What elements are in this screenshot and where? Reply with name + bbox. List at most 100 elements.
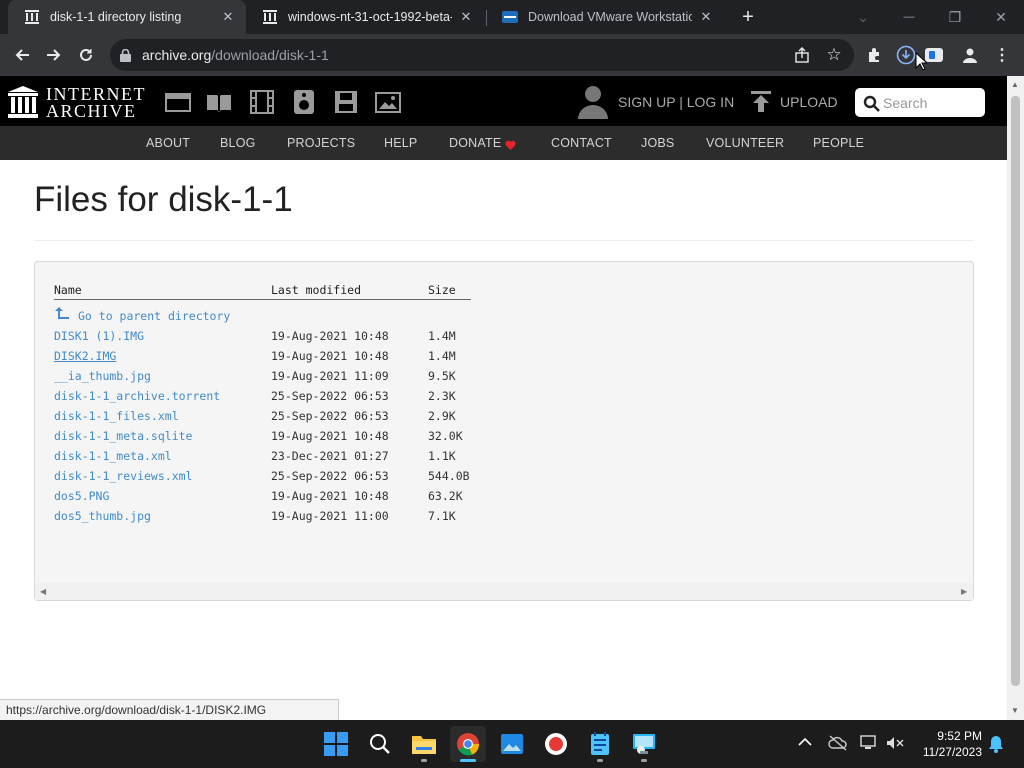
tab-title: windows-nt-31-oct-1992-beta-c xyxy=(288,10,452,24)
horizontal-scrollbar[interactable] xyxy=(35,583,973,600)
file-name-link[interactable]: disk-1-1_meta.sqlite xyxy=(54,429,192,443)
internet-archive-favicon-icon xyxy=(24,9,40,25)
upload-link[interactable]: UPLOAD xyxy=(780,94,838,110)
lock-icon[interactable] xyxy=(120,48,131,67)
page-title: Files for disk-1-1 xyxy=(34,180,293,219)
nav-blog[interactable]: BLOG xyxy=(220,136,256,150)
nav-about[interactable]: ABOUT xyxy=(146,136,190,150)
upload-icon[interactable] xyxy=(751,91,771,118)
photos-app-icon[interactable] xyxy=(494,726,530,762)
taskbar-clock-time[interactable]: 9:52 PM xyxy=(930,729,982,743)
tab-vmware[interactable]: Download VMware Workstation ✕ xyxy=(486,0,724,34)
nav-contact[interactable]: CONTACT xyxy=(551,136,612,150)
column-header-name: Name xyxy=(54,283,82,297)
minimize-button[interactable]: — xyxy=(886,0,932,34)
file-modified: 19-Aug-2021 10:48 xyxy=(271,349,389,363)
signup-login-link[interactable]: SIGN UP | LOG IN xyxy=(618,94,734,110)
taskbar-clock-date[interactable]: 11/27/2023 xyxy=(912,745,982,759)
maximize-button[interactable]: ❐ xyxy=(932,0,978,34)
tab-close-icon[interactable]: ✕ xyxy=(458,9,474,25)
remote-desktop-icon[interactable] xyxy=(626,726,662,762)
file-modified: 19-Aug-2021 11:09 xyxy=(271,369,389,383)
table-row: disk-1-1_meta.xml 23-Dec-2021 01:27 1.1K xyxy=(0,449,600,469)
file-name-link[interactable]: dos5_thumb.jpg xyxy=(54,509,151,523)
start-windows-icon[interactable] xyxy=(318,726,354,762)
scroll-up-icon[interactable]: ▲ xyxy=(1011,80,1019,89)
parent-directory-icon[interactable] xyxy=(54,306,70,325)
images-icon[interactable] xyxy=(375,90,401,114)
tab-close-icon[interactable]: ✕ xyxy=(220,9,236,25)
nav-jobs[interactable]: JOBS xyxy=(641,136,674,150)
share-icon[interactable] xyxy=(788,41,816,69)
file-name-link[interactable]: DISK2.IMG xyxy=(54,349,116,363)
bookmark-star-icon[interactable]: ☆ xyxy=(820,41,848,69)
screen-recorder-icon[interactable] xyxy=(538,726,574,762)
onedrive-offline-icon[interactable] xyxy=(828,735,848,756)
close-window-button[interactable]: ✕ xyxy=(978,0,1024,34)
tab-windows-nt[interactable]: windows-nt-31-oct-1992-beta-c ✕ xyxy=(246,0,484,34)
tab-search-icon[interactable]: ⌄ xyxy=(840,0,886,34)
tab-title: Download VMware Workstation xyxy=(528,10,692,24)
nav-volunteer[interactable]: VOLUNTEER xyxy=(706,136,784,150)
ia-search-box[interactable]: Search xyxy=(855,88,985,117)
url-text[interactable]: archive.org/download/disk-1-1 xyxy=(142,47,329,63)
table-row: DISK1 (1).IMG 19-Aug-2021 10:48 1.4M xyxy=(0,329,600,349)
texts-icon[interactable] xyxy=(206,90,232,114)
network-icon[interactable] xyxy=(860,735,878,756)
file-size: 7.1K xyxy=(428,509,456,523)
audio-icon[interactable] xyxy=(291,90,317,114)
table-row: disk-1-1_files.xml 25-Sep-2022 06:53 2.9K xyxy=(0,409,600,429)
file-size: 1.4M xyxy=(428,329,456,343)
status-url: https://archive.org/download/disk-1-1/DI… xyxy=(6,703,267,717)
file-name-link[interactable]: disk-1-1_files.xml xyxy=(54,409,179,423)
file-name-link[interactable]: DISK1 (1).IMG xyxy=(54,329,144,343)
nav-help[interactable]: HELP xyxy=(384,136,417,150)
volume-muted-icon[interactable] xyxy=(886,736,904,755)
scroll-left-icon[interactable]: ◀ xyxy=(40,587,46,596)
vertical-scroll-thumb[interactable] xyxy=(1011,96,1020,686)
new-tab-button[interactable]: + xyxy=(736,5,760,29)
scroll-right-icon[interactable]: ▶ xyxy=(961,587,967,596)
nav-donate[interactable]: DONATE xyxy=(449,136,501,150)
forward-icon[interactable] xyxy=(40,41,68,69)
tab-disk-listing[interactable]: disk-1-1 directory listing ✕ xyxy=(8,0,246,34)
tab-close-icon[interactable]: ✕ xyxy=(698,9,714,25)
parent-directory-link[interactable]: Go to parent directory xyxy=(78,309,230,323)
tab-title: disk-1-1 directory listing xyxy=(50,10,182,24)
chrome-icon[interactable] xyxy=(450,726,486,762)
file-name-link[interactable]: disk-1-1_archive.torrent xyxy=(54,389,220,403)
file-modified: 19-Aug-2021 10:48 xyxy=(271,429,389,443)
internet-archive-logo[interactable]: INTERNET ARCHIVE xyxy=(8,84,144,121)
show-hidden-icons-icon[interactable] xyxy=(798,734,812,752)
table-row: disk-1-1_meta.sqlite 19-Aug-2021 10:48 32.… xyxy=(0,429,600,449)
file-modified: 19-Aug-2021 10:48 xyxy=(271,489,389,503)
table-row: disk-1-1_reviews.xml 25-Sep-2022 06:53 544… xyxy=(0,469,600,489)
table-row: disk-1-1_archive.torrent 25-Sep-2022 06:5… xyxy=(0,389,600,409)
taskbar-search-icon[interactable] xyxy=(362,726,398,762)
reload-icon[interactable] xyxy=(72,41,100,69)
file-modified: 25-Sep-2022 06:53 xyxy=(271,469,389,483)
nav-projects[interactable]: PROJECTS xyxy=(287,136,355,150)
browser-menu-icon[interactable]: ⋮ xyxy=(988,41,1016,69)
video-icon[interactable] xyxy=(249,90,275,114)
file-modified: 23-Dec-2021 01:27 xyxy=(271,449,389,463)
extensions-icon[interactable] xyxy=(860,41,888,69)
column-header-modified: Last modified xyxy=(271,283,362,297)
file-name-link[interactable]: dos5.PNG xyxy=(54,489,109,503)
profile-avatar-icon[interactable] xyxy=(956,41,984,69)
nav-people[interactable]: PEOPLE xyxy=(813,136,864,150)
logo-text-line2: ARCHIVE xyxy=(46,101,137,121)
notification-bell-icon[interactable] xyxy=(988,735,1004,758)
file-name-link[interactable]: disk-1-1_reviews.xml xyxy=(54,469,192,483)
notepad-icon[interactable] xyxy=(582,726,618,762)
software-icon[interactable] xyxy=(333,90,359,114)
web-icon[interactable] xyxy=(165,90,191,114)
file-name-link[interactable]: __ia_thumb.jpg xyxy=(54,369,151,383)
back-icon[interactable] xyxy=(8,41,36,69)
file-explorer-icon[interactable] xyxy=(406,726,442,762)
user-icon[interactable] xyxy=(578,85,608,124)
scroll-down-icon[interactable]: ▼ xyxy=(1011,706,1019,715)
file-name-link[interactable]: disk-1-1_meta.xml xyxy=(54,449,172,463)
table-row: DISK2.IMG 19-Aug-2021 10:48 1.4M xyxy=(0,349,600,369)
file-size: 2.9K xyxy=(428,409,456,423)
